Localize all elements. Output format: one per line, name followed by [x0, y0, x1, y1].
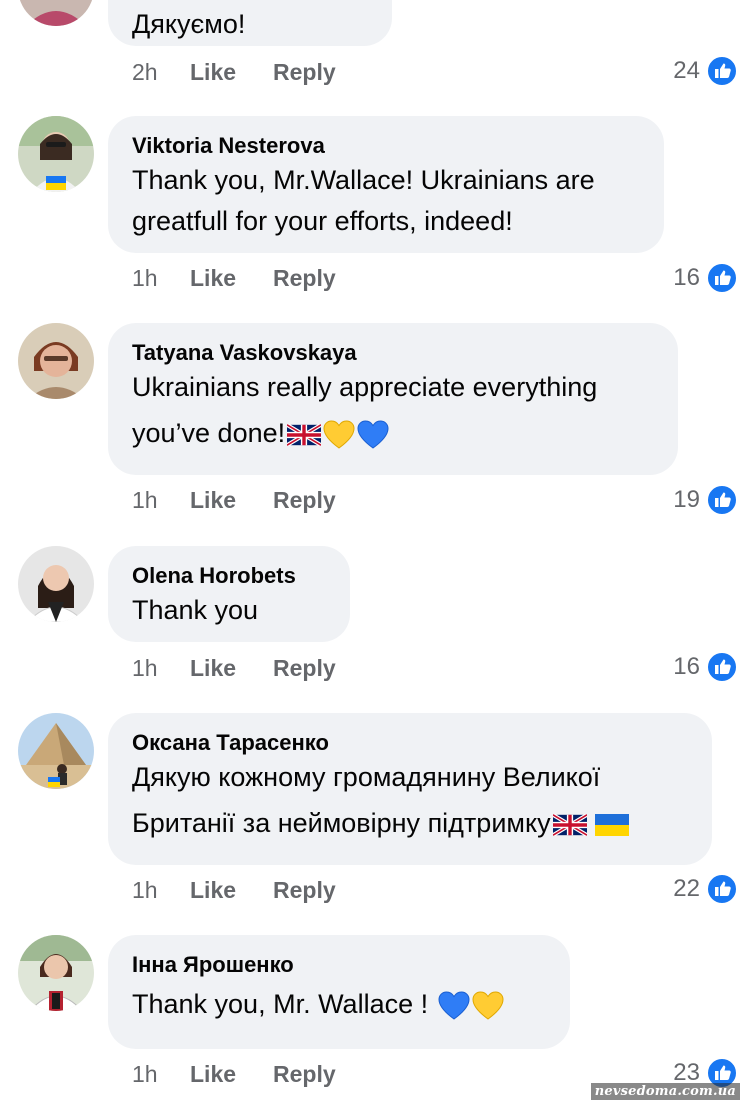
- avatar[interactable]: [18, 0, 94, 26]
- comment-text-line: Thank you, Mr. Wallace !: [132, 979, 546, 1029]
- reaction-summary[interactable]: 24: [673, 54, 738, 88]
- comment-bubble: Viktoria Nesterova Thank you, Mr.Wallace…: [108, 116, 664, 253]
- comment-time: 1h: [132, 487, 158, 513]
- reaction-count: 22: [673, 875, 700, 902]
- reaction-summary[interactable]: 19: [673, 483, 738, 517]
- comment-actions: 1h Like Reply: [132, 263, 336, 293]
- uk-flag-emoji: [552, 813, 587, 836]
- comment-actions: 1h Like Reply: [132, 485, 336, 515]
- like-button[interactable]: Like: [190, 875, 260, 905]
- blue-heart-emoji: [438, 991, 470, 1021]
- comment-text: Дякую кожному громадянину Великої: [132, 762, 601, 792]
- comment-text: you’ve done!: [132, 418, 286, 448]
- reply-button[interactable]: Reply: [273, 57, 336, 87]
- reply-button[interactable]: Reply: [273, 1059, 336, 1089]
- watermark: nevsedoma.com.ua: [590, 1083, 740, 1100]
- comment-text: Thank you: [132, 595, 259, 625]
- reply-button[interactable]: Reply: [273, 485, 336, 515]
- avatar[interactable]: [18, 935, 94, 1011]
- uk-flag-emoji: [287, 423, 322, 446]
- reply-button[interactable]: Reply: [273, 263, 336, 293]
- ukraine-flag-emoji: [594, 813, 629, 836]
- comment-time: 1h: [132, 877, 158, 903]
- comment-text: Ukrainians really appreciate everything: [132, 372, 598, 402]
- comment-actions: 1h Like Reply: [132, 1059, 336, 1089]
- comment-time: 1h: [132, 655, 158, 681]
- comment-text-line: Британії за неймовірну підтримку: [132, 798, 688, 848]
- reaction-count: 24: [673, 57, 700, 84]
- comment-author[interactable]: Інна Ярошенко: [132, 951, 546, 979]
- avatar[interactable]: [18, 323, 94, 399]
- comment-actions: 1h Like Reply: [132, 653, 336, 683]
- comment-author[interactable]: Оксана Тарасенко: [132, 729, 688, 757]
- yellow-heart-emoji: [323, 420, 355, 450]
- comment-text: Дякуємо!: [132, 9, 246, 39]
- comment-bubble: Інна Ярошенко Thank you, Mr. Wallace !: [108, 935, 570, 1049]
- reaction-summary[interactable]: 16: [673, 261, 738, 295]
- comment-author[interactable]: Olena Horobets: [132, 562, 326, 590]
- yellow-heart-emoji: [472, 991, 504, 1021]
- like-button[interactable]: Like: [190, 1059, 260, 1089]
- comment-bubble: Tatyana Vaskovskaya Ukrainians really ap…: [108, 323, 678, 475]
- reaction-count: 16: [673, 264, 700, 291]
- like-thumb-icon: [706, 262, 738, 294]
- reaction-count: 19: [673, 486, 700, 513]
- reaction-summary[interactable]: 22: [673, 872, 738, 906]
- comment-text-line: you’ve done!: [132, 408, 654, 458]
- comment-time: 1h: [132, 265, 158, 291]
- comment-bubble: Olena Horobets Thank you: [108, 546, 350, 642]
- like-thumb-icon: [706, 873, 738, 905]
- reaction-count: 16: [673, 653, 700, 680]
- comment-text: Британії за неймовірну підтримку: [132, 808, 551, 838]
- comment-actions: 2h Like Reply: [132, 57, 336, 87]
- comment-text: greatfull for your efforts, indeed!: [132, 206, 513, 236]
- like-button[interactable]: Like: [190, 485, 260, 515]
- reaction-summary[interactable]: 16: [673, 650, 738, 684]
- like-button[interactable]: Like: [190, 263, 260, 293]
- comment-text: Thank you, Mr.Wallace! Ukrainians are: [132, 165, 595, 195]
- comment-bubble: Дякуємо!: [108, 0, 392, 46]
- comment-time: 1h: [132, 1061, 158, 1087]
- like-button[interactable]: Like: [190, 653, 260, 683]
- reply-button[interactable]: Reply: [273, 653, 336, 683]
- like-thumb-icon: [706, 651, 738, 683]
- avatar[interactable]: [18, 713, 94, 789]
- comment-bubble: Оксана Тарасенко Дякую кожному громадяни…: [108, 713, 712, 865]
- blue-heart-emoji: [357, 420, 389, 450]
- comment-time: 2h: [132, 59, 158, 85]
- comment-actions: 1h Like Reply: [132, 875, 336, 905]
- like-thumb-icon: [706, 484, 738, 516]
- comment-author[interactable]: Tatyana Vaskovskaya: [132, 339, 654, 367]
- avatar[interactable]: [18, 116, 94, 192]
- like-button[interactable]: Like: [190, 57, 260, 87]
- avatar[interactable]: [18, 546, 94, 622]
- reply-button[interactable]: Reply: [273, 875, 336, 905]
- like-thumb-icon: [706, 55, 738, 87]
- comment-author[interactable]: Viktoria Nesterova: [132, 132, 640, 160]
- comment-text: Thank you, Mr. Wallace !: [132, 989, 436, 1019]
